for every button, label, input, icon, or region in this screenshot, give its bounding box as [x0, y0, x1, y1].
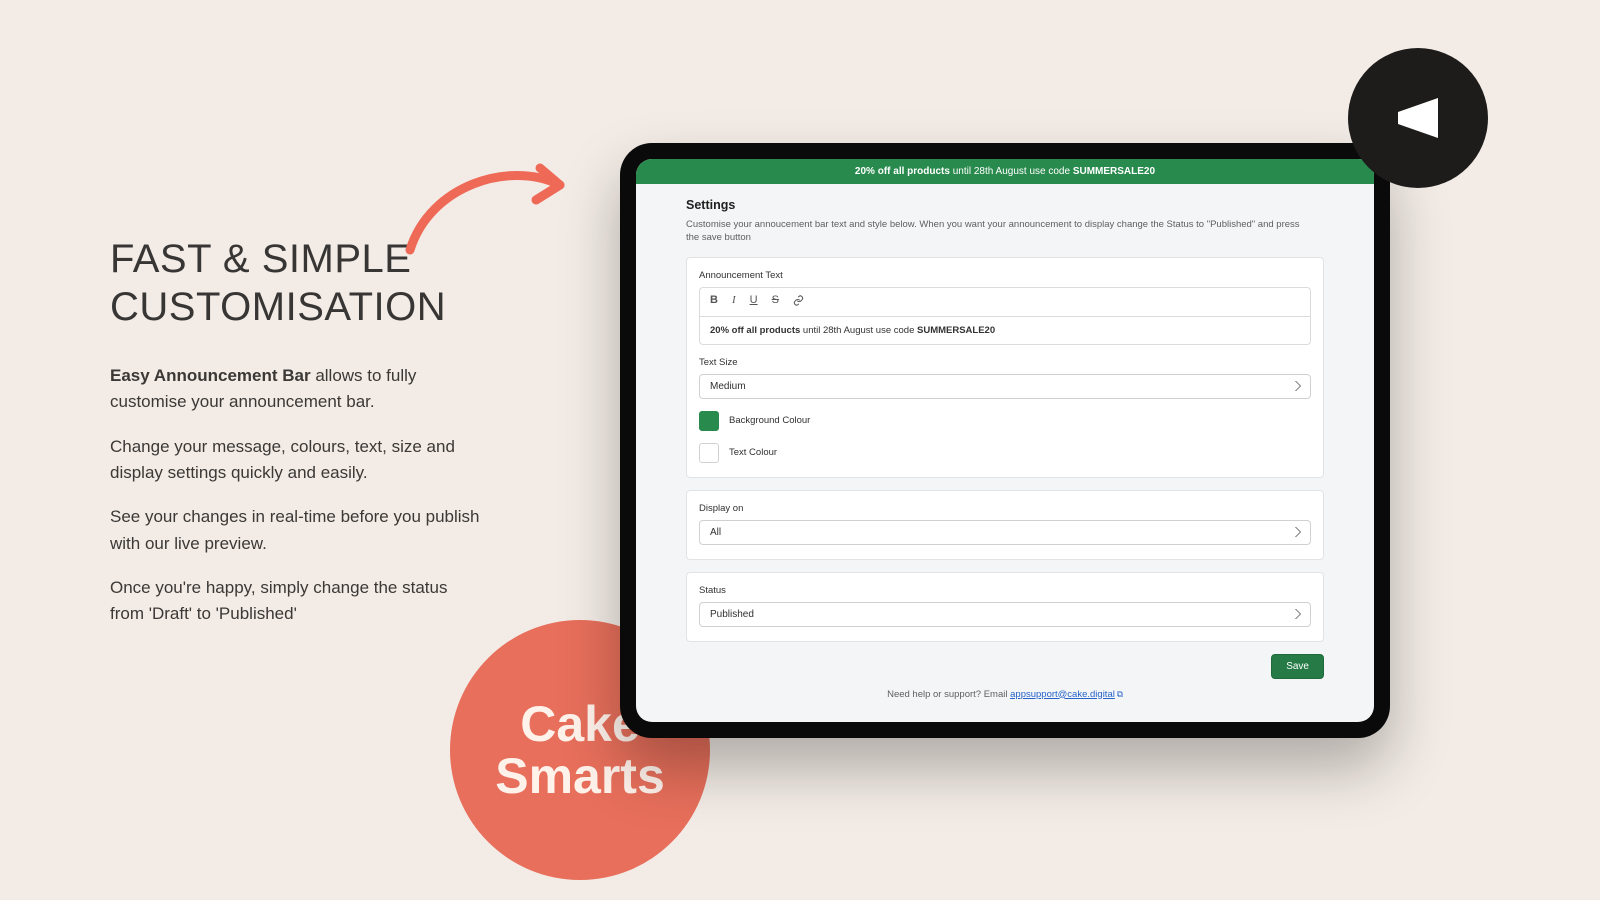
marketing-paragraph-3: See your changes in real-time before you… [110, 504, 480, 557]
editor-toolbar: B I U S [699, 287, 1311, 316]
announcement-strong: 20% off all products [855, 166, 950, 177]
card-display: Display on All [686, 490, 1324, 560]
settings-title: Settings [686, 198, 1324, 212]
marketing-paragraph-1: Easy Announcement Bar allows to fully cu… [110, 363, 480, 416]
settings-description: Customise your annoucement bar text and … [686, 218, 1306, 245]
save-button[interactable]: Save [1271, 654, 1324, 679]
editor-mid: until 28th August use code [800, 325, 917, 336]
cake-line-2: Smarts [495, 750, 665, 803]
announcement-code: SUMMERSALE20 [1073, 166, 1155, 177]
display-on-label: Display on [699, 503, 1311, 514]
help-pre: Need help or support? Email [887, 689, 1010, 700]
arrow-icon [400, 160, 590, 260]
status-select[interactable]: Published [699, 602, 1311, 627]
marketing-paragraph-2: Change your message, colours, text, size… [110, 434, 480, 487]
editor-code: SUMMERSALE20 [917, 325, 995, 336]
tablet-frame: 20% off all products until 28th August u… [620, 143, 1390, 738]
app-screen: 20% off all products until 28th August u… [636, 159, 1374, 722]
external-link-icon: ⧉ [1117, 689, 1123, 699]
announcement-bar: 20% off all products until 28th August u… [636, 159, 1374, 184]
strikethrough-button[interactable]: S [772, 295, 779, 309]
link-icon [793, 295, 804, 306]
card-status: Status Published [686, 572, 1324, 642]
background-colour-swatch[interactable] [699, 411, 719, 431]
marketing-paragraph-4: Once you're happy, simply change the sta… [110, 575, 480, 628]
underline-button[interactable]: U [750, 295, 758, 309]
product-name: Easy Announcement Bar [110, 366, 311, 385]
help-text: Need help or support? Email appsupport@c… [686, 689, 1324, 700]
text-colour-swatch[interactable] [699, 443, 719, 463]
megaphone-icon [1384, 84, 1452, 152]
announcement-editor[interactable]: 20% off all products until 28th August u… [699, 316, 1311, 345]
bold-button[interactable]: B [710, 295, 718, 309]
announcement-text-label: Announcement Text [699, 270, 1311, 281]
status-label: Status [699, 585, 1311, 596]
background-colour-label: Background Colour [729, 415, 810, 426]
text-size-select[interactable]: Medium [699, 374, 1311, 399]
announcement-mid: until 28th August use code [950, 166, 1073, 177]
link-button[interactable] [793, 295, 804, 309]
display-on-select[interactable]: All [699, 520, 1311, 545]
card-content: Announcement Text B I U S 20% off all pr… [686, 257, 1324, 478]
italic-button[interactable]: I [732, 295, 736, 309]
support-email-link[interactable]: appsupport@cake.digital [1010, 689, 1115, 700]
text-colour-label: Text Colour [729, 447, 777, 458]
megaphone-badge [1348, 48, 1488, 188]
text-size-label: Text Size [699, 357, 1311, 368]
editor-strong: 20% off all products [710, 325, 800, 336]
